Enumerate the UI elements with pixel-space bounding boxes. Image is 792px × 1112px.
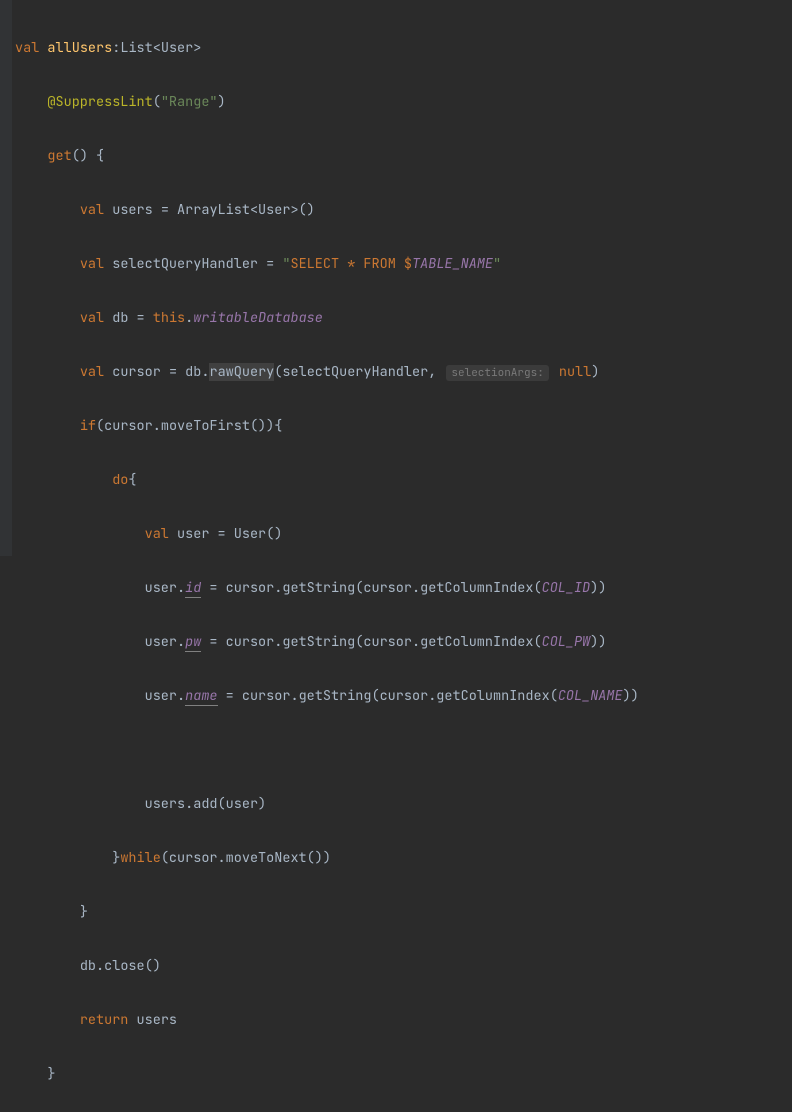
code-line[interactable]: val cursor = db.rawQuery(selectQueryHand…	[15, 359, 792, 386]
constant-ref: COL_NAME	[558, 687, 623, 705]
variable-name: users	[112, 201, 153, 219]
code-line[interactable]: val db = this.writableDatabase	[15, 305, 792, 332]
code-line[interactable]: return users	[15, 1007, 792, 1034]
code-line[interactable]: val user = User()	[15, 521, 792, 548]
code-line[interactable]: user.id = cursor.getString(cursor.getCol…	[15, 575, 792, 602]
code-line[interactable]: val users = ArrayList<User>()	[15, 197, 792, 224]
editor-gutter	[0, 0, 12, 556]
code-line[interactable]: val selectQueryHandler = "SELECT * FROM …	[15, 251, 792, 278]
code-line[interactable]: get() {	[15, 143, 792, 170]
constant-ref: COL_ID	[542, 579, 591, 597]
code-line[interactable]: @SuppressLint("Range")	[15, 89, 792, 116]
sql-keyword: SELECT	[290, 255, 339, 273]
type-ref: List<User>	[120, 39, 201, 57]
string-literal: "Range"	[161, 93, 218, 111]
property-pw: pw	[185, 633, 201, 652]
property-id: id	[185, 579, 201, 598]
code-line[interactable]: users.add(user)	[15, 791, 792, 818]
code-editor[interactable]: val allUsers:List<User> @SuppressLint("R…	[15, 8, 792, 1112]
property-ref: writableDatabase	[193, 309, 323, 327]
code-line[interactable]: }	[15, 1061, 792, 1088]
code-line[interactable]: user.pw = cursor.getString(cursor.getCol…	[15, 629, 792, 656]
code-line[interactable]: val allUsers:List<User>	[15, 35, 792, 62]
constant-ref: TABLE_NAME	[412, 255, 493, 273]
keyword-while: while	[120, 849, 161, 867]
deprecated-method: rawQuery	[209, 363, 274, 381]
property-name-field: name	[185, 687, 217, 706]
property-name: allUsers	[47, 39, 112, 57]
parameter-hint: selectionArgs:	[446, 365, 548, 381]
keyword-this: this	[153, 309, 185, 327]
code-line[interactable]: user.name = cursor.getString(cursor.getC…	[15, 683, 792, 710]
keyword-if: if	[80, 417, 96, 435]
constant-ref: COL_PW	[542, 633, 591, 651]
variable-name: selectQueryHandler	[112, 255, 258, 273]
keyword-null: null	[559, 363, 591, 381]
code-line[interactable]: }while(cursor.moveToNext())	[15, 845, 792, 872]
sql-keyword: FROM	[363, 255, 395, 273]
keyword-val: val	[15, 39, 39, 57]
code-line[interactable]: }	[15, 899, 792, 926]
keyword-return: return	[80, 1011, 129, 1029]
code-line[interactable]	[15, 737, 792, 764]
code-line[interactable]: db.close()	[15, 953, 792, 980]
code-line[interactable]: do{	[15, 467, 792, 494]
annotation: @SuppressLint	[47, 93, 152, 111]
code-line[interactable]: if(cursor.moveToFirst()){	[15, 413, 792, 440]
keyword-do: do	[112, 471, 128, 489]
keyword-get: get	[47, 147, 71, 165]
